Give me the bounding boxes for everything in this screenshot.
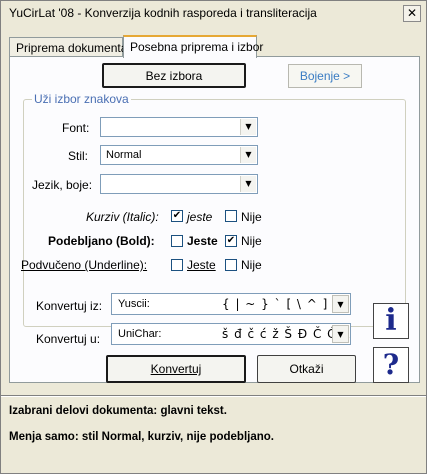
tab-panel: Bez izbora Bojenje > Uži izbor znakova F…	[9, 56, 420, 383]
jezik-label: Jezik, boje:	[32, 178, 93, 192]
window-title: YuCirLat '08 - Konverzija kodnih raspore…	[9, 6, 317, 20]
help-icon[interactable]: ?	[373, 347, 409, 383]
status-line-2: Menja samo: stil Normal, kurziv, nije po…	[9, 431, 274, 443]
underline-no-label: Nije	[241, 258, 262, 272]
chevron-down-icon[interactable]: ▼	[332, 295, 349, 313]
dialog-window: YuCirLat '08 - Konverzija kodnih raspore…	[0, 0, 427, 474]
tab-posebna-priprema[interactable]: Posebna priprema i izbor	[123, 35, 263, 58]
italic-yes-label: jeste	[187, 210, 213, 224]
bold-no-checkbox[interactable]: ✔	[225, 235, 237, 247]
font-label: Font:	[62, 121, 90, 135]
stil-dropdown[interactable]: Normal ▼	[100, 145, 258, 165]
italic-no-checkbox[interactable]	[225, 210, 237, 222]
bold-label: Podebljano (Bold):	[48, 234, 155, 248]
title-bar: YuCirLat '08 - Konverzija kodnih raspore…	[1, 1, 426, 27]
bez-izbora-button[interactable]: Bez izbora	[102, 63, 246, 88]
convert-from-name: Yuscii:	[118, 298, 150, 310]
group-title: Uži izbor znakova	[32, 92, 131, 106]
chevron-down-icon[interactable]: ▼	[240, 119, 256, 135]
bold-yes-label: Jeste	[187, 234, 218, 248]
stil-label: Stil:	[68, 149, 89, 163]
convert-to-dropdown[interactable]: UniChar: š đ č ć ž Š Đ Č Ć Ž ▼	[111, 323, 351, 345]
convert-to-label: Konvertuj u:	[36, 332, 101, 346]
status-separator	[1, 395, 426, 397]
font-dropdown[interactable]: ▼	[100, 117, 258, 137]
underline-yes-label: Jeste	[187, 258, 216, 272]
bold-no-label: Nije	[241, 234, 262, 248]
chevron-down-icon[interactable]: ▼	[240, 176, 256, 192]
bojenje-button[interactable]: Bojenje >	[288, 64, 362, 88]
konvertuj-button[interactable]: Konvertuj	[106, 355, 246, 383]
underline-yes-checkbox[interactable]	[171, 259, 183, 271]
bold-yes-checkbox[interactable]	[171, 235, 183, 247]
underline-label: Podvučeno (Underline):	[21, 258, 148, 272]
jezik-dropdown[interactable]: ▼	[100, 174, 258, 194]
chevron-down-icon[interactable]: ▼	[332, 325, 349, 343]
convert-to-name: UniChar:	[118, 328, 162, 340]
otkazi-button[interactable]: Otkaži	[257, 355, 356, 383]
chevron-down-icon[interactable]: ▼	[240, 147, 256, 163]
convert-from-dropdown[interactable]: Yuscii: { | ~ } ` [ \ ^ ] @ ▼	[111, 293, 351, 315]
italic-yes-checkbox[interactable]: ✔	[171, 210, 183, 222]
convert-from-label: Konvertuj iz:	[36, 299, 103, 313]
status-line-1: Izabrani delovi dokumenta: glavni tekst.	[9, 405, 227, 417]
info-icon[interactable]: i	[373, 303, 409, 339]
convert-from-chars: { | ~ } ` [ \ ^ ] @	[222, 297, 347, 311]
underline-no-checkbox[interactable]	[225, 259, 237, 271]
italic-label: Kurziv (Italic):	[86, 210, 159, 224]
close-button[interactable]: ✕	[403, 5, 421, 22]
italic-no-label: Nije	[241, 210, 262, 224]
tab-priprema-dokumenta[interactable]: Priprema dokumenta	[9, 37, 127, 57]
stil-value: Normal	[106, 149, 142, 161]
